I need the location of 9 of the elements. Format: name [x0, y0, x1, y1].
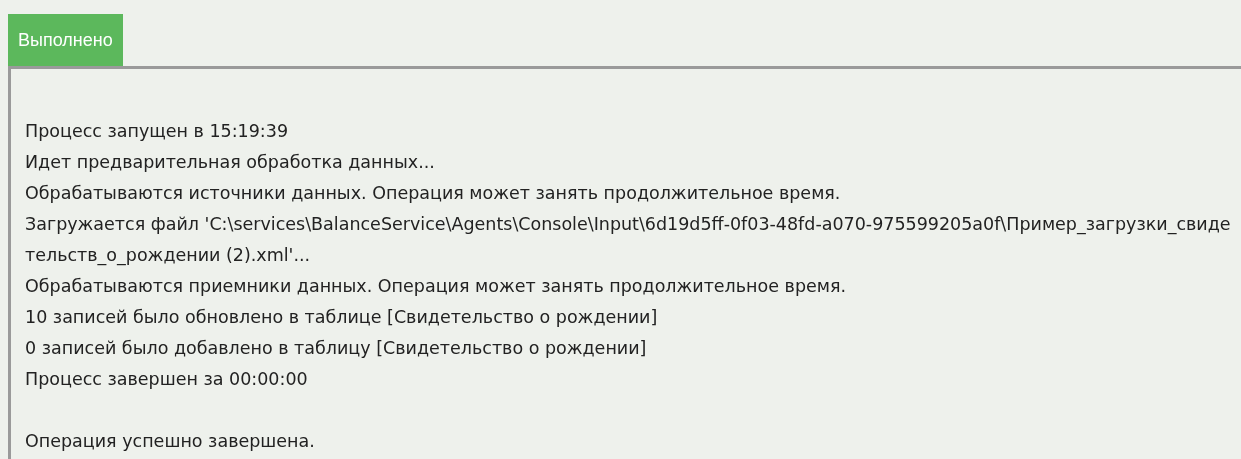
log-line: Процесс завершен за 00:00:00 [25, 368, 309, 391]
log-line: Обрабатываются приемники данных. Операция может занять продолжительное время. [25, 275, 848, 298]
log-line: Обрабатываются источники данных. Операция может занять продолжительное время. [25, 182, 842, 205]
result-message: Операция успешно завершена. [25, 430, 316, 453]
log-line: 10 записей было обновлено в таблице [Свидетельство о рождении] [25, 306, 659, 329]
log-line: 0 записей было добавлено в таблицу [Свидетельство о рождении] [25, 337, 648, 360]
log-line: Идет предварительная обработка данных... [25, 151, 436, 174]
log-line: Загружается файл 'C:\services\BalanceService\Agents\Console\Input\6d19d5ff-0f03-48fd-a070-975599205a0f\Пример_загрузки_свидетельств_о_рождении (2).xml'... [25, 213, 1232, 268]
log-line: Процесс запущен в 15:19:39 [25, 120, 289, 143]
